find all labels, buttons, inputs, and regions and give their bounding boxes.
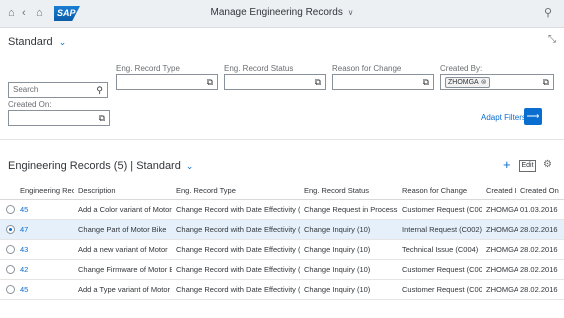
created-by-cell: ZHOMGA	[486, 225, 518, 234]
type-cell: Change Record with Date Effectivity (ECR…	[176, 285, 300, 294]
column-header[interactable]: Engineering Record	[20, 182, 74, 200]
table-row[interactable]: 45 Add a Color variant of Motor Bike Cha…	[0, 200, 564, 220]
table-title-text: Engineering Records (5) | Standard	[8, 160, 181, 172]
table-header: Engineering Record Description Eng. Reco…	[0, 182, 564, 200]
status-cell: Change Inquiry (10)	[304, 265, 371, 274]
search-input[interactable]: Search ⚲	[8, 82, 108, 98]
record-id-link[interactable]: 45	[20, 280, 74, 300]
record-id-link[interactable]: 42	[20, 260, 74, 280]
shell-bar: ⌂ ‹ ⌂ SAP Manage Engineering Records ∨ ⚲	[0, 0, 564, 28]
created-on-cell: 28.02.2016	[520, 225, 558, 234]
go-button[interactable]: ⟶	[524, 108, 542, 125]
reason-cell: Customer Request (C001)	[402, 205, 482, 214]
value-help-icon[interactable]: ⧉	[315, 75, 321, 89]
created-on-cell: 01.03.2016	[520, 205, 558, 214]
variant-label: Standard	[8, 36, 53, 48]
type-cell: Change Record with Date Effectivity (ECR…	[176, 245, 300, 254]
created-on-label: Created On:	[8, 100, 52, 109]
table-row[interactable]: 42 Change Firmware of Motor Bike Change …	[0, 260, 564, 280]
column-header[interactable]: Created On	[520, 182, 562, 200]
created-by-cell: ZHOMGA	[486, 245, 518, 254]
app-title[interactable]: Manage Engineering Records ∨	[0, 7, 564, 18]
chevron-down-icon: ⌄	[58, 37, 67, 47]
token-remove-icon[interactable]: ⊗	[481, 79, 487, 86]
value-help-icon[interactable]: ⧉	[207, 75, 213, 89]
eng-record-status-label: Eng. Record Status	[224, 64, 294, 73]
eng-record-type-input[interactable]: ⧉	[116, 74, 218, 90]
add-icon[interactable]: +	[503, 158, 511, 172]
table-row[interactable]: 43 Add a new variant of Motor Change Rec…	[0, 240, 564, 260]
type-cell: Change Record with Date Effectivity (ECR…	[176, 205, 300, 214]
description-cell: Add a Color variant of Motor Bike	[78, 205, 172, 214]
created-on-cell: 28.02.2016	[520, 265, 558, 274]
eng-record-status-input[interactable]: ⧉	[224, 74, 326, 90]
description-cell: Change Firmware of Motor Bike	[78, 265, 172, 274]
record-id-link[interactable]: 47	[20, 220, 74, 240]
table-row[interactable]: 45 Add a Type variant of Motor Bike Chan…	[0, 280, 564, 300]
created-on-input[interactable]: ⧉	[8, 110, 110, 126]
value-help-icon[interactable]: ⧉	[543, 75, 549, 89]
token-text: ZHOMGA	[448, 79, 479, 86]
row-select-radio[interactable]	[6, 265, 15, 274]
row-select-radio[interactable]	[6, 245, 15, 254]
type-cell: Change Record with Date Effectivity (ECR…	[176, 225, 300, 234]
row-select-radio[interactable]	[6, 225, 15, 234]
search-icon[interactable]: ⚲	[544, 6, 552, 20]
reason-cell: Customer Request (C001)	[402, 285, 482, 294]
variant-selector[interactable]: Standard ⌄	[8, 36, 66, 48]
created-by-input[interactable]: ZHOMGA ⊗ ⧉	[440, 74, 554, 90]
edit-button[interactable]: Edit	[519, 160, 536, 172]
chevron-down-icon: ∨	[347, 8, 354, 17]
filter-bar: Standard ⌄ ⤡ Search ⚲ Eng. Record Type ⧉…	[0, 28, 564, 140]
description-cell: Add a Type variant of Motor Bike	[78, 285, 172, 294]
reason-for-change-input[interactable]: ⧉	[332, 74, 434, 90]
created-by-label: Created By:	[440, 64, 483, 73]
created-by-cell: ZHOMGA	[486, 205, 518, 214]
table-row[interactable]: 47 Change Part of Motor Bike Change Reco…	[0, 220, 564, 240]
created-on-cell: 28.02.2016	[520, 285, 558, 294]
column-header[interactable]: Eng. Record Status	[304, 182, 388, 200]
created-by-cell: ZHOMGA	[486, 285, 518, 294]
eng-record-type-label: Eng. Record Type	[116, 64, 180, 73]
table-title[interactable]: Engineering Records (5) | Standard ⌄	[8, 160, 193, 172]
description-cell: Add a new variant of Motor	[78, 245, 168, 254]
status-cell: Change Inquiry (10)	[304, 245, 371, 254]
status-cell: Change Inquiry (10)	[304, 225, 371, 234]
type-cell: Change Record with Date Effectivity (ECR…	[176, 265, 300, 274]
reason-cell: Customer Request (C001)	[402, 265, 482, 274]
row-select-radio[interactable]	[6, 205, 15, 214]
column-header[interactable]: Created By	[486, 182, 516, 200]
created-by-cell: ZHOMGA	[486, 265, 518, 274]
search-placeholder: Search	[13, 85, 39, 94]
column-header[interactable]: Reason for Change	[402, 182, 472, 200]
description-cell: Change Part of Motor Bike	[78, 225, 167, 234]
record-id-link[interactable]: 43	[20, 240, 74, 260]
record-id-link[interactable]: 45	[20, 200, 74, 220]
column-header[interactable]: Description	[78, 182, 170, 200]
created-by-token[interactable]: ZHOMGA ⊗	[445, 77, 490, 88]
reason-for-change-label: Reason for Change	[332, 64, 402, 73]
reason-cell: Technical Issue (C004)	[402, 245, 479, 254]
search-icon[interactable]: ⚲	[96, 83, 103, 97]
column-header[interactable]: Eng. Record Type	[176, 182, 300, 200]
settings-icon[interactable]: ⚙	[543, 159, 552, 170]
row-select-radio[interactable]	[6, 285, 15, 294]
reason-cell: Internal Request (C002)	[402, 225, 482, 234]
value-help-icon[interactable]: ⧉	[423, 75, 429, 89]
status-cell: Change Request in Process (21)	[304, 205, 400, 214]
created-on-cell: 28.02.2016	[520, 245, 558, 254]
chevron-down-icon: ⌄	[185, 161, 194, 171]
collapse-icon[interactable]: ⤡	[548, 34, 556, 45]
app-title-text: Manage Engineering Records	[210, 7, 343, 18]
calendar-icon[interactable]: ⧉	[99, 111, 105, 125]
status-cell: Change Inquiry (10)	[304, 285, 371, 294]
